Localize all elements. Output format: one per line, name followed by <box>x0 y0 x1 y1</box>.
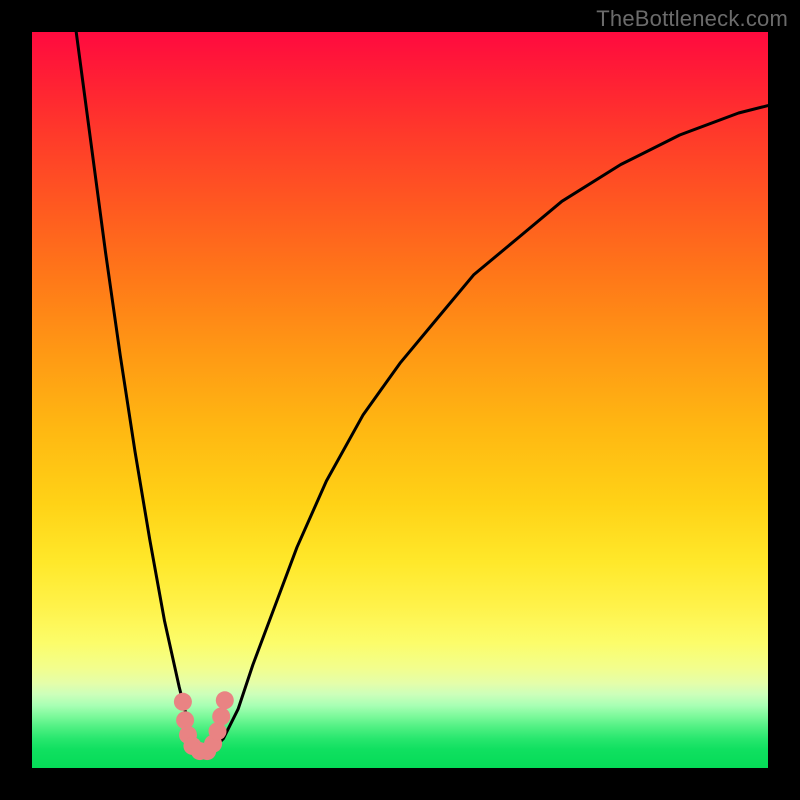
attribution-text: TheBottleneck.com <box>596 6 788 32</box>
chart-frame: TheBottleneck.com <box>0 0 800 800</box>
trough-marker <box>216 691 234 709</box>
bottleneck-curve-path <box>76 32 768 753</box>
bottleneck-curve <box>76 32 768 753</box>
plot-area <box>32 32 768 768</box>
trough-marker <box>174 693 192 711</box>
curve-layer <box>32 32 768 768</box>
trough-marker <box>212 708 230 726</box>
trough-markers <box>174 691 234 760</box>
